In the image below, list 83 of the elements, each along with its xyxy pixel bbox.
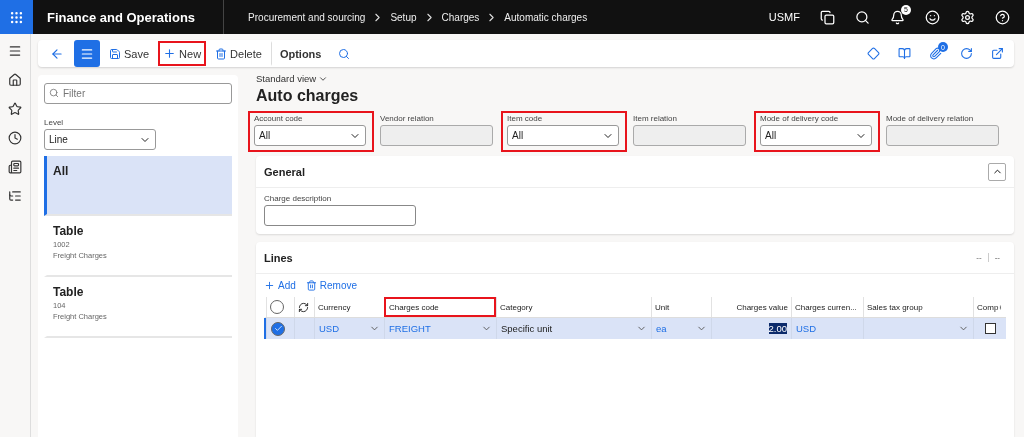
- column-header[interactable]: Currency: [314, 297, 384, 317]
- options-tab[interactable]: Options: [270, 41, 327, 66]
- column-header[interactable]: Charges code: [384, 297, 496, 317]
- waffle-icon: [9, 9, 24, 25]
- collapse-button[interactable]: [988, 162, 1006, 181]
- column-header[interactable]: Category: [496, 297, 651, 317]
- app-launcher-button[interactable]: [0, 0, 33, 34]
- column-header[interactable]: Charges value: [711, 297, 791, 317]
- level-dropdown[interactable]: Line: [44, 129, 156, 150]
- refresh-icon[interactable]: [298, 301, 309, 313]
- number-cell[interactable]: 2.00: [711, 318, 791, 339]
- workspace-icon[interactable]: [8, 160, 22, 174]
- table-cell: USD: [791, 318, 863, 339]
- select-all-radio[interactable]: [270, 300, 284, 314]
- input-field[interactable]: [264, 205, 416, 226]
- help-icon[interactable]: [995, 9, 1010, 25]
- save-button[interactable]: Save: [104, 41, 155, 66]
- field-label: Mode of delivery relation: [886, 114, 975, 123]
- home-icon[interactable]: [8, 73, 22, 87]
- dropdown-cell[interactable]: Specific unit: [496, 318, 651, 339]
- add-button[interactable]: Add: [264, 280, 296, 291]
- new-button[interactable]: New: [158, 41, 207, 66]
- field-label: Item relation: [633, 114, 679, 123]
- field-label: Charge description: [264, 194, 333, 203]
- delete-button[interactable]: Delete: [210, 41, 267, 66]
- column-header[interactable]: Charges curren...: [791, 297, 863, 317]
- breadcrumb-link[interactable]: Charges: [441, 11, 480, 23]
- page-title: Auto charges: [256, 87, 360, 105]
- menu-icon[interactable]: [8, 44, 22, 58]
- checkbox[interactable]: [984, 323, 996, 334]
- column-header[interactable]: Sales tax group: [863, 297, 973, 317]
- field-label: Account code: [254, 114, 304, 123]
- dropdown-field[interactable]: All: [507, 125, 619, 146]
- refresh-icon[interactable]: [960, 47, 973, 60]
- breadcrumb-link[interactable]: Procurement and sourcing: [248, 11, 366, 23]
- dropdown-cell[interactable]: FREIGHT: [384, 318, 496, 339]
- more-icon[interactable]: [998, 302, 1003, 312]
- settings-icon[interactable]: [960, 9, 975, 25]
- view-selector[interactable]: Standard view: [256, 73, 1014, 84]
- open-new-window-icon[interactable]: [991, 47, 1004, 60]
- dropdown-cell[interactable]: USD: [314, 318, 384, 339]
- filter-field[interactable]: Filter: [44, 83, 232, 104]
- company-label[interactable]: USMF: [768, 11, 800, 23]
- attachment-icon[interactable]: [929, 47, 942, 60]
- level-label: Level: [44, 118, 65, 127]
- check-icon: [273, 324, 283, 333]
- section-title: General: [264, 165, 305, 178]
- list-toggle-button[interactable]: [74, 40, 100, 67]
- diamond-icon[interactable]: [867, 47, 880, 60]
- star-icon[interactable]: [8, 102, 22, 116]
- item-title: All: [53, 164, 70, 178]
- column-header[interactable]: Unit: [651, 297, 711, 317]
- column-header[interactable]: Comp: [973, 297, 1006, 317]
- lines-icon: [80, 46, 94, 61]
- summary-value: --: [975, 253, 983, 262]
- plus-icon: [163, 47, 177, 60]
- breadcrumb-link[interactable]: Setup: [390, 11, 417, 23]
- save-icon: [109, 47, 121, 60]
- section-title: Lines: [264, 251, 293, 264]
- item-title: Table: [53, 224, 85, 238]
- list-item[interactable]: All: [44, 156, 232, 216]
- search-icon: [49, 88, 59, 98]
- summary-value: --: [987, 253, 1006, 262]
- dropdown-field[interactable]: All: [254, 125, 366, 146]
- modules-list-icon[interactable]: [8, 189, 22, 203]
- remove-button[interactable]: Remove: [305, 280, 358, 291]
- field-label: Mode of delivery code: [760, 114, 840, 123]
- grid-row[interactable]: USD FREIGHT Specific unit ea 2.00 USD: [264, 318, 1006, 339]
- bell-icon[interactable]: [890, 9, 905, 25]
- field-label: Vendor relation: [380, 114, 435, 123]
- plus-icon: [264, 280, 275, 291]
- smiley-icon[interactable]: [925, 9, 940, 25]
- trash-icon: [305, 280, 317, 291]
- row-select-radio[interactable]: [271, 321, 285, 336]
- trash-icon: [215, 47, 228, 60]
- item-title: Table: [53, 285, 85, 299]
- app-title: Finance and Operations: [33, 0, 225, 34]
- clock-icon[interactable]: [8, 131, 22, 145]
- breadcrumb-link[interactable]: Automatic charges: [504, 11, 588, 23]
- dropdown-cell[interactable]: ea: [651, 318, 711, 339]
- field-label: Item code: [507, 114, 544, 123]
- dropdown-field[interactable]: All: [760, 125, 872, 146]
- search-icon[interactable]: [855, 9, 870, 25]
